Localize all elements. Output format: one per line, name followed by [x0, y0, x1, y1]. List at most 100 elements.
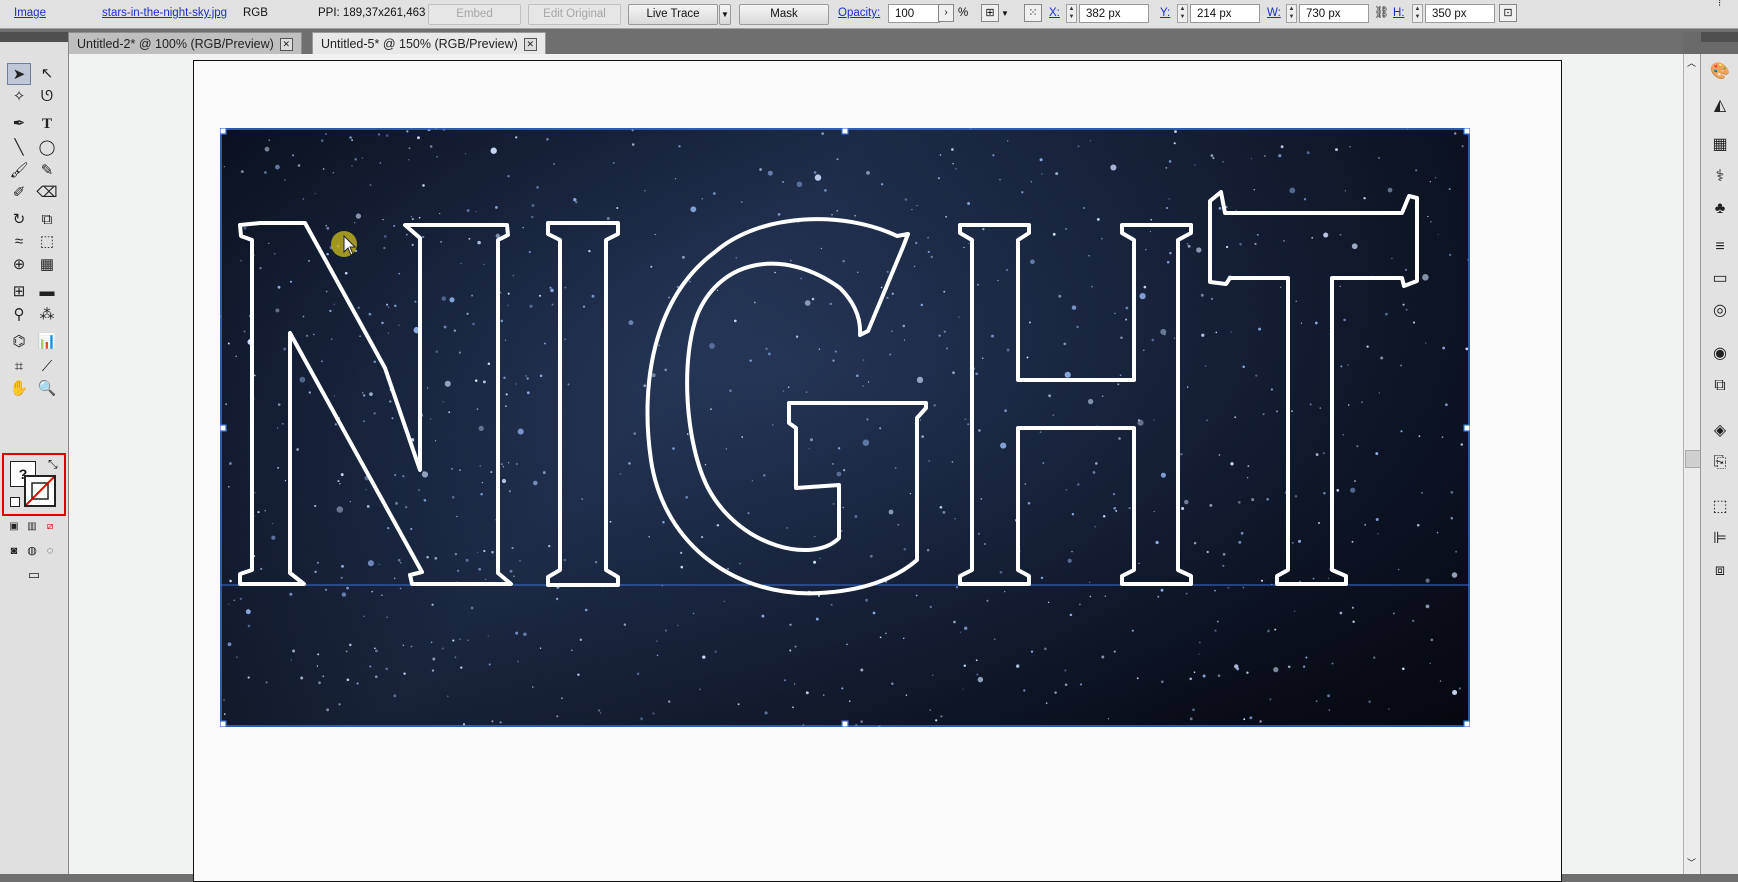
draw-normal-icon[interactable]: ◙: [6, 540, 22, 562]
h-field[interactable]: 350 px: [1425, 4, 1495, 23]
gradient-icon[interactable]: ▭: [1709, 269, 1731, 289]
y-label[interactable]: Y:: [1160, 0, 1170, 28]
tools-panel-header[interactable]: [0, 32, 68, 42]
pencil-tool-icon[interactable]: ✎: [35, 160, 59, 182]
w-stepper[interactable]: ▲ ▼: [1286, 4, 1297, 23]
layers-icon[interactable]: ◈: [1709, 421, 1731, 441]
mesh-tool-icon[interactable]: ⊞: [7, 281, 31, 303]
symbol-sprayer-tool-icon[interactable]: ⌬: [7, 331, 31, 353]
gradient-tool-icon[interactable]: ▬: [35, 281, 59, 303]
close-icon[interactable]: ✕: [279, 38, 293, 52]
handle-bottom-right[interactable]: [1463, 720, 1470, 727]
ellipse-tool-icon[interactable]: ◯: [35, 137, 59, 159]
scroll-up-icon[interactable]: ︿: [1687, 56, 1696, 69]
tab-untitled-2[interactable]: Untitled-2* @ 100% (RGB/Preview) ✕: [68, 32, 302, 55]
draw-behind-icon[interactable]: ◍: [24, 540, 40, 562]
w-label[interactable]: W:: [1267, 0, 1281, 28]
edit-original-button[interactable]: Edit Original: [528, 4, 621, 25]
embed-button[interactable]: Embed: [428, 4, 521, 25]
x-field[interactable]: 382 px: [1079, 4, 1149, 23]
handle-middle-left[interactable]: [220, 424, 227, 432]
artboards-icon[interactable]: ⎘: [1709, 453, 1731, 473]
handle-top-middle[interactable]: [841, 128, 849, 135]
handle-bottom-middle[interactable]: [841, 720, 849, 727]
blob-brush-tool-icon[interactable]: ✐: [7, 182, 31, 204]
handle-top-right[interactable]: [1463, 128, 1470, 135]
none-mode-icon[interactable]: ⧄: [42, 516, 58, 538]
direct-selection-tool-icon[interactable]: ↖: [35, 63, 59, 85]
opacity-field[interactable]: 100: [888, 4, 940, 23]
stroke-none-swatch[interactable]: [24, 475, 56, 507]
constrain-link-icon[interactable]: ⛓: [1374, 4, 1389, 22]
swap-fill-stroke-icon[interactable]: ⤡: [48, 457, 58, 472]
scale-tool-icon[interactable]: ⧉: [35, 209, 59, 231]
scroll-down-icon[interactable]: ﹀: [1687, 856, 1696, 869]
w-field[interactable]: 730 px: [1299, 4, 1369, 23]
transform-grid-icon[interactable]: ⁙: [1024, 4, 1042, 22]
handle-bottom-left[interactable]: [220, 720, 227, 727]
shape-builder-tool-icon[interactable]: ⊕: [7, 254, 31, 276]
close-icon[interactable]: ✕: [523, 38, 537, 52]
chevron-down-icon[interactable]: ▼: [1001, 0, 1009, 28]
swatches-icon[interactable]: ▦: [1709, 135, 1731, 155]
live-trace-dropdown[interactable]: ▼: [719, 4, 731, 25]
blend-tool-icon[interactable]: ⁂: [35, 304, 59, 326]
free-transform-tool-icon[interactable]: ⬚: [35, 231, 59, 253]
opacity-label[interactable]: Opacity:: [838, 0, 880, 28]
x-stepper[interactable]: ▲ ▼: [1066, 4, 1077, 23]
opacity-arrow-button[interactable]: ›: [938, 4, 954, 22]
appearance-icon[interactable]: ◉: [1709, 344, 1731, 364]
draw-inside-icon[interactable]: ◌: [42, 540, 58, 562]
graphic-styles-icon[interactable]: ⧉: [1709, 376, 1731, 396]
object-type-link[interactable]: Image: [14, 0, 46, 28]
placed-image[interactable]: [220, 128, 1470, 727]
h-label[interactable]: H:: [1393, 0, 1405, 28]
warp-tool-icon[interactable]: ≈: [7, 231, 31, 253]
gradient-mode-icon[interactable]: ▥: [24, 516, 40, 538]
stroke-icon[interactable]: ≡: [1709, 237, 1731, 257]
color-guide-icon[interactable]: 🎨: [1709, 62, 1731, 82]
screen-mode-icon[interactable]: ▭: [22, 564, 46, 586]
line-tool-icon[interactable]: ╲: [7, 137, 31, 159]
scroll-thumb[interactable]: [1685, 450, 1701, 468]
color-panel-icon[interactable]: ◭: [1709, 96, 1731, 116]
symbols-icon[interactable]: ♣: [1709, 199, 1731, 219]
artboard-tool-icon[interactable]: ⌗: [7, 356, 31, 378]
file-name-link[interactable]: stars-in-the-night-sky.jpg: [102, 0, 227, 28]
vertical-scrollbar[interactable]: ︿ ﹀: [1683, 54, 1701, 874]
mask-button[interactable]: Mask: [739, 4, 829, 25]
panel-menu-icon[interactable]: ⁝: [1718, 0, 1721, 26]
y-stepper[interactable]: ▲ ▼: [1177, 4, 1188, 23]
align-icon[interactable]: ⊫: [1709, 529, 1731, 549]
perspective-grid-tool-icon[interactable]: ▦: [35, 254, 59, 276]
pen-tool-icon[interactable]: ✒: [7, 113, 31, 135]
eraser-tool-icon[interactable]: ⌫: [35, 182, 59, 204]
zoom-tool-icon[interactable]: 🔍: [35, 378, 59, 400]
selection-tool-icon[interactable]: ➤: [7, 63, 31, 85]
transform-options-icon[interactable]: ⊡: [1499, 4, 1517, 22]
color-mode-icon[interactable]: ▣: [6, 516, 22, 538]
reference-point-icon[interactable]: ⊞: [981, 4, 999, 22]
handle-middle-right[interactable]: [1463, 424, 1470, 432]
paintbrush-tool-icon[interactable]: 🖌: [7, 160, 31, 182]
hand-tool-icon[interactable]: ✋: [7, 378, 31, 400]
graph-tool-icon[interactable]: 📊: [35, 331, 59, 353]
brushes-icon[interactable]: ⚕: [1709, 167, 1731, 187]
transparency-icon[interactable]: ◎: [1709, 301, 1731, 321]
transform-icon[interactable]: ⬚: [1709, 497, 1731, 517]
y-field[interactable]: 214 px: [1190, 4, 1260, 23]
magic-wand-tool-icon[interactable]: ✧: [7, 86, 31, 108]
rotate-tool-icon[interactable]: ↻: [7, 209, 31, 231]
tab-untitled-5[interactable]: Untitled-5* @ 150% (RGB/Preview) ✕: [312, 32, 546, 55]
handle-top-left[interactable]: [220, 128, 227, 135]
dock-header[interactable]: [1701, 32, 1738, 42]
h-stepper[interactable]: ▲ ▼: [1412, 4, 1423, 23]
default-fill-stroke-icon[interactable]: [10, 497, 20, 507]
live-trace-button[interactable]: Live Trace: [628, 4, 718, 25]
x-label[interactable]: X:: [1049, 0, 1060, 28]
lasso-tool-icon[interactable]: ᘎ: [35, 86, 59, 108]
pathfinder-icon[interactable]: ⧈: [1709, 561, 1731, 581]
eyedropper-tool-icon[interactable]: ⚲: [7, 304, 31, 326]
slice-tool-icon[interactable]: ⟋: [35, 356, 59, 378]
type-tool-icon[interactable]: T: [35, 113, 59, 135]
